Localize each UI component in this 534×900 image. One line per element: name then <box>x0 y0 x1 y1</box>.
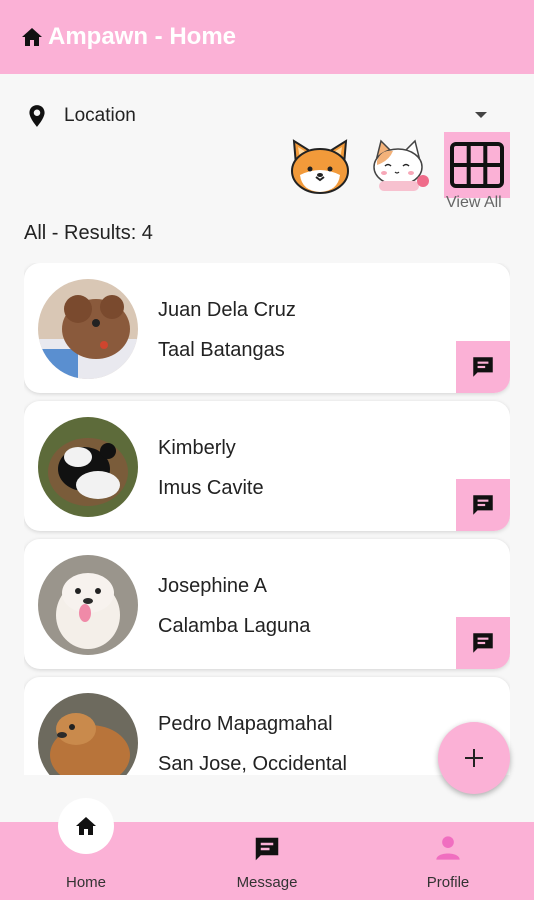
person-icon <box>436 836 460 860</box>
listing-name: Josephine A <box>158 575 267 597</box>
listing-location: Imus Cavite <box>158 477 264 499</box>
message-icon <box>473 495 493 515</box>
plus-icon <box>465 749 483 767</box>
category-dog[interactable] <box>286 132 354 198</box>
listing-list[interactable]: Juan Dela Cruz Taal Batangas Kimberly Im… <box>24 263 510 775</box>
active-indicator <box>58 798 114 854</box>
listing-name: Pedro Mapagmahal <box>158 713 333 735</box>
listing-location: San Jose, Occidental Mindoro <box>158 753 347 775</box>
add-listing-button[interactable] <box>438 722 510 794</box>
home-icon <box>22 28 42 46</box>
listing-card[interactable]: Kimberly Imus Cavite <box>24 401 510 531</box>
grid-icon <box>450 142 504 188</box>
message-icon <box>473 633 493 653</box>
avatar <box>38 279 138 379</box>
results-count: All - Results: 4 <box>24 222 153 244</box>
nav-label: Message <box>236 874 298 891</box>
message-button[interactable] <box>456 479 510 531</box>
avatar <box>38 555 138 655</box>
nav-home[interactable]: Home <box>26 798 146 900</box>
category-filters: View All <box>286 132 514 212</box>
message-button[interactable] <box>456 341 510 393</box>
nav-message[interactable]: Message <box>207 822 327 900</box>
message-icon <box>473 357 493 377</box>
message-icon <box>255 837 279 861</box>
listing-card[interactable]: Juan Dela Cruz Taal Batangas <box>24 263 510 393</box>
nav-label: Profile <box>426 874 470 891</box>
listing-name: Juan Dela Cruz <box>158 299 296 321</box>
nav-profile[interactable]: Profile <box>388 822 508 900</box>
avatar <box>38 693 138 775</box>
avatar <box>38 417 138 517</box>
bottom-navigation: Home Message Profile <box>0 798 534 900</box>
home-icon <box>76 817 96 835</box>
category-cat[interactable] <box>366 132 434 198</box>
dropdown-arrow-icon[interactable] <box>474 110 488 120</box>
location-label: Location <box>64 105 136 126</box>
shiba-dog-icon <box>291 139 349 194</box>
app-bar: Ampawn - Home <box>0 0 534 74</box>
listing-name: Kimberly <box>158 437 236 459</box>
location-selector[interactable]: Location <box>24 98 494 134</box>
category-all[interactable] <box>444 132 510 198</box>
message-button[interactable] <box>456 617 510 669</box>
location-pin-icon <box>29 105 45 127</box>
view-all-label[interactable]: View All <box>446 194 502 212</box>
cat-icon <box>373 139 429 191</box>
listing-location: Taal Batangas <box>158 339 285 361</box>
listing-card[interactable]: Josephine A Calamba Laguna <box>24 539 510 669</box>
page-title: Ampawn - Home <box>48 23 237 50</box>
listing-location: Calamba Laguna <box>158 615 311 637</box>
nav-label: Home <box>65 874 106 891</box>
